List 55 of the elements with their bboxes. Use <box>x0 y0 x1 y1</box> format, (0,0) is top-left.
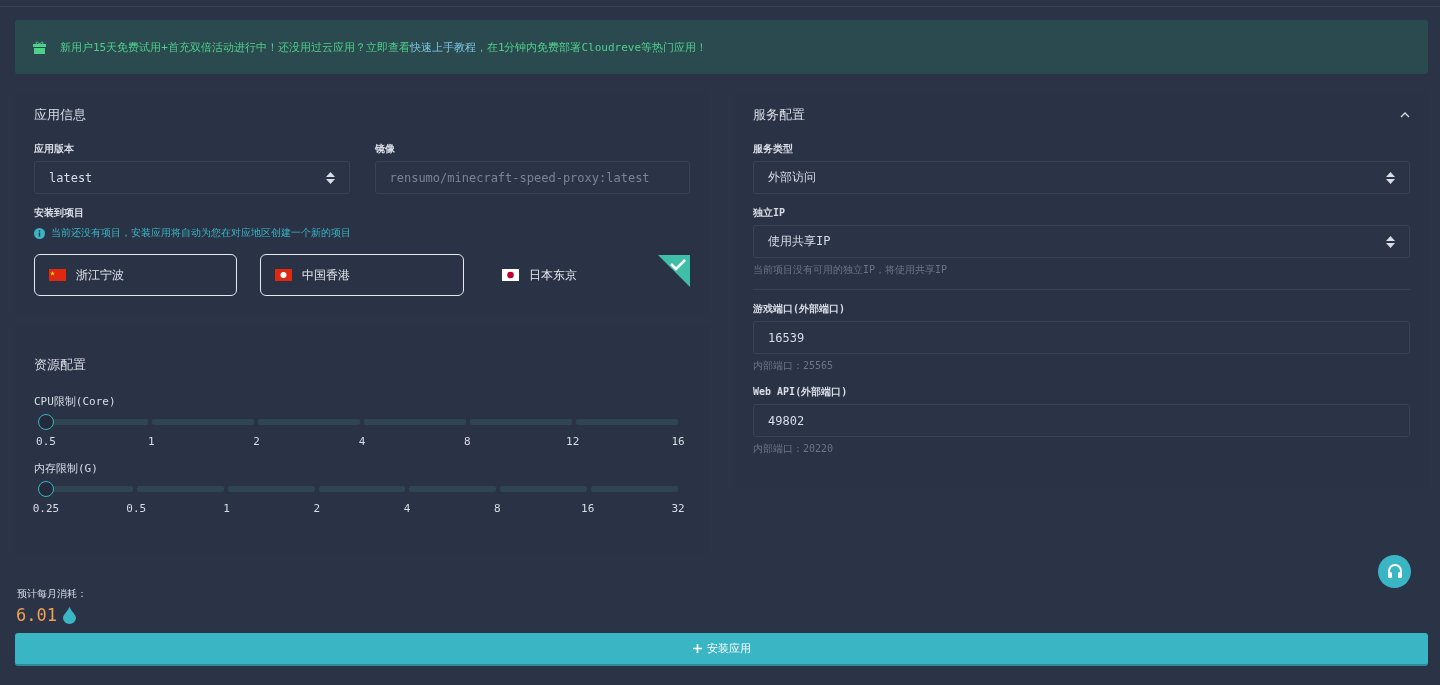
port-input-field[interactable]: 49802 <box>753 404 1410 437</box>
slider-thumb[interactable] <box>38 481 54 497</box>
section-title: 应用信息 <box>34 106 87 124</box>
tick-label: 4 <box>358 435 366 448</box>
promo-banner-text: 新用户15天免费试用+首充双倍活动进行中！还没用过云应用？立即查看快速上手教程，在1分钟内免费部署Cloudreve等热门应用！ <box>60 39 708 55</box>
notice-text: 当前还没有项目，安装应用将自动为您在对应地区创建一个新的项目 <box>51 226 351 240</box>
sort-icon <box>1386 235 1395 248</box>
sort-icon <box>1386 171 1395 184</box>
plus-icon <box>692 644 702 653</box>
region-option[interactable]: 中国香港 <box>260 254 464 296</box>
chevron-up-icon[interactable] <box>1400 112 1410 118</box>
tick-label: 16 <box>671 435 685 448</box>
cost-label: 预计每月消耗： <box>17 587 88 601</box>
slider-label: CPU限制(Core) <box>34 394 117 409</box>
region-option[interactable]: 浙江宁波 <box>34 254 238 296</box>
section-title: 服务配置 <box>753 106 805 124</box>
flag-icon <box>275 269 293 281</box>
tick-label: 2 <box>253 435 260 448</box>
tick-label: 1 <box>223 502 230 515</box>
field-label: 应用版本 <box>34 142 75 156</box>
tick-label: 0.25 <box>32 502 60 515</box>
tick-label: 4 <box>403 502 411 515</box>
headset-icon <box>1385 562 1404 581</box>
version-select[interactable]: latest <box>34 161 350 194</box>
slider-label: 内存限制(G) <box>34 461 99 476</box>
tick-label: 32 <box>671 502 685 515</box>
info-icon <box>34 227 45 239</box>
support-button[interactable] <box>1378 555 1411 588</box>
tick-label: 8 <box>464 435 471 448</box>
drop-icon <box>62 606 76 624</box>
field-label: 游戏端口(外部端口) <box>753 302 847 316</box>
tick-label: 12 <box>566 435 580 448</box>
tick-label: 16 <box>581 502 595 515</box>
port-input-field[interactable]: 16539 <box>753 321 1410 354</box>
sort-icon <box>325 171 335 184</box>
gift-icon <box>33 40 46 54</box>
checkmark-icon <box>658 255 690 287</box>
monthly-cost: 6.01 <box>16 605 57 625</box>
flag-icon <box>501 269 519 281</box>
tick-label: 2 <box>313 502 321 515</box>
flag-icon <box>49 269 66 281</box>
tick-label: 8 <box>494 502 501 515</box>
field-label: 安装到项目 <box>34 206 85 220</box>
tutorial-link[interactable]: 快速上手教程 <box>409 40 476 54</box>
field-label: 服务类型 <box>753 142 794 156</box>
tick-label: 0.5 <box>126 502 147 515</box>
field-label: 镜像 <box>374 142 396 156</box>
dropdown-select[interactable]: 使用共享IP <box>753 225 1410 258</box>
section-title: 资源配置 <box>34 356 87 374</box>
dropdown-select[interactable]: 外部访问 <box>753 161 1410 194</box>
slider-thumb[interactable] <box>38 414 54 430</box>
field-label: 独立IP <box>753 206 787 220</box>
field-label: Web API(外部端口) <box>753 385 849 399</box>
tick-label: 0.5 <box>36 435 56 448</box>
tick-label: 1 <box>148 435 155 448</box>
